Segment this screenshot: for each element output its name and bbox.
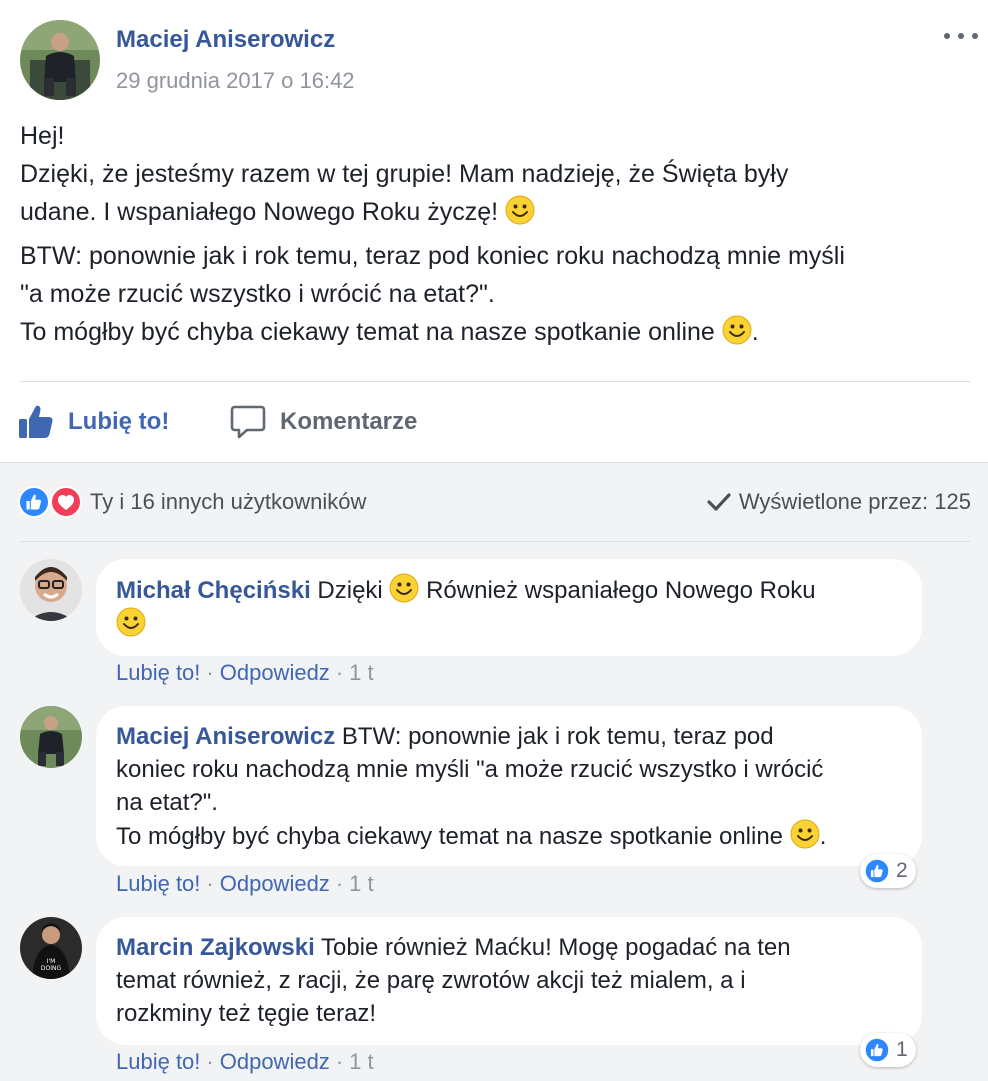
like-reaction-icon [864,858,890,884]
comment-avatar[interactable] [20,706,82,768]
comment-text: rozkminy też tęgie teraz! [116,1000,377,1027]
comment-author[interactable]: Michał Chęciński [116,577,311,604]
comment-bubble-icon [230,405,266,439]
comment-actions: Lubię to! · Odpowiedz · 1 t [116,1049,374,1074]
post-paragraph-2: BTW: ponownie jak i rok temu, teraz pod … [20,237,970,351]
comment-reaction-count[interactable]: 2 [860,854,916,888]
divider [20,541,970,542]
smiley-emoji-icon [505,195,535,225]
love-reaction-icon [50,486,82,518]
more-dots-icon[interactable] [944,26,978,46]
post-line: Dzięki, że jesteśmy razem w tej grupie! … [20,160,789,188]
smiley-emoji-icon [389,573,419,603]
comment-bubble: Michał Chęciński Dzięki Również wspaniał… [96,559,922,656]
comment-bubble: Marcin Zajkowski Tobie również Maćku! Mo… [96,917,922,1045]
comment-text: Dzięki [317,577,383,604]
comment-actions: Lubię to! · Odpowiedz · 1 t [116,871,374,896]
post-card: Maciej Aniserowicz 29 grudnia 2017 o 16:… [0,0,988,462]
comment-reaction-count[interactable]: 1 [860,1033,916,1067]
reactions-summary[interactable]: Ty i 16 innych użytkowników [18,486,367,518]
comment-like-link[interactable]: Lubię to! [116,1049,200,1074]
comment-text: Tobie również Maćku! Mogę pogadać na ten [320,934,791,961]
post-line: To mógłby być chyba ciekawy temat na nas… [20,318,715,346]
post-author-avatar[interactable] [20,20,100,100]
comment-age[interactable]: 1 t [349,871,373,896]
post-timestamp[interactable]: 29 grudnia 2017 o 16:42 [116,68,355,94]
comment-age[interactable]: 1 t [349,660,373,685]
smiley-emoji-icon [790,819,820,849]
comment-age[interactable]: 1 t [349,1049,373,1074]
checkmark-icon [707,493,731,511]
comment-text: To mógłby być chyba ciekawy temat na nas… [116,823,784,850]
comment-button-label: Komentarze [280,408,418,435]
comment-reply-link[interactable]: Odpowiedz [220,660,330,685]
divider [20,381,970,382]
like-reaction-icon [864,1037,890,1063]
smiley-emoji-icon [116,607,146,637]
post-paragraph-1: Hej! Dzięki, że jesteśmy razem w tej gru… [20,117,970,231]
post-line: BTW: ponownie jak i rok temu, teraz pod … [20,242,845,270]
post-line: "a może rzucić wszystko i wrócić na etat… [20,280,495,308]
like-button[interactable]: Lubię to! [18,400,169,444]
post-line: Hej! [20,122,65,150]
comment-text-end: . [819,823,827,850]
comment-reaction-number: 1 [896,1038,908,1061]
post-line-end: . [751,318,759,346]
comment-text: BTW: ponownie jak i rok temu, teraz pod [341,723,774,750]
post-line: udane. I wspaniałego Nowego Roku życzę! [20,198,499,226]
comment-reaction-number: 2 [896,859,908,882]
comment-text: koniec roku nachodzą mnie myśli "a może … [116,756,824,783]
post-text: Hej! Dzięki, że jesteśmy razem w tej gru… [20,117,970,357]
seen-by-text: Wyświetlone przez: 125 [738,489,971,514]
comment-actions: Lubię to! · Odpowiedz · 1 t [116,660,374,685]
post-author-name[interactable]: Maciej Aniserowicz [116,26,335,54]
like-reaction-icon [18,486,50,518]
comment-like-link[interactable]: Lubię to! [116,871,200,896]
comment-reply-link[interactable]: Odpowiedz [220,871,330,896]
thumbs-up-icon [19,405,53,438]
comment-bubble: Maciej Aniserowicz BTW: ponownie jak i r… [96,706,922,866]
like-button-label: Lubię to! [68,408,170,435]
comment-text: na etat?". [116,789,218,816]
reactions-summary-text: Ty i 16 innych użytkowników [90,489,367,514]
svg-text:DOING: DOING [41,965,62,972]
seen-by[interactable]: Wyświetlone przez: 125 [707,487,971,517]
comment-author[interactable]: Marcin Zajkowski [116,934,315,961]
comment-avatar[interactable] [20,559,82,621]
comment-button[interactable]: Komentarze [230,400,417,444]
comment-text: Również wspaniałego Nowego Roku [426,577,816,604]
comment-like-link[interactable]: Lubię to! [116,660,200,685]
smiley-emoji-icon [722,315,752,345]
comment-text: temat również, z racji, że parę zwrotów … [116,967,746,994]
comment-reply-link[interactable]: Odpowiedz [220,1049,330,1074]
comment-avatar[interactable]: I'M DOING [20,917,82,979]
svg-text:I'M: I'M [47,958,56,965]
comment-author[interactable]: Maciej Aniserowicz [116,723,335,750]
